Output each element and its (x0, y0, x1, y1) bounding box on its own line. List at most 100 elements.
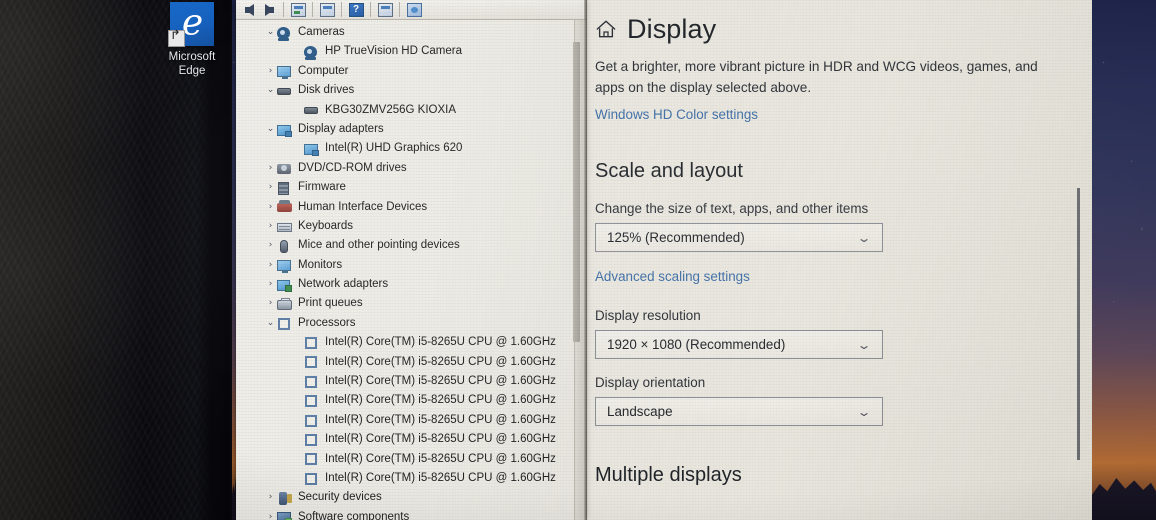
tree-item[interactable]: › Mice and other pointing devices (236, 236, 587, 255)
tree-item[interactable]: ⌄ Disk drives (236, 81, 587, 100)
back-button[interactable] (239, 1, 259, 18)
camera-icon (277, 26, 294, 41)
chevron-right-icon[interactable]: › (264, 217, 277, 236)
windows-hd-color-settings-link[interactable]: Windows HD Color settings (595, 107, 758, 122)
disk-icon (304, 103, 321, 117)
tree-item-label: Human Interface Devices (298, 200, 428, 213)
disable-device-button[interactable] (375, 1, 395, 18)
device-manager-scrollbar-track[interactable] (573, 20, 584, 520)
tree-item-label: Mice and other pointing devices (298, 239, 460, 252)
keyboard-icon (277, 220, 294, 234)
chevron-down-icon: ⌄ (856, 404, 872, 419)
chevron-right-icon[interactable]: › (264, 178, 277, 197)
help-icon: ? (348, 2, 364, 17)
tree-item[interactable]: KBG30ZMV256G KIOXIA (236, 101, 587, 120)
device-tree[interactable]: ⌄ Cameras HP TrueVision HD Camera › Computer… (236, 20, 587, 520)
orientation-dropdown[interactable]: Landscape ⌄ (595, 397, 883, 426)
cpu-icon (304, 433, 321, 447)
chevron-right-icon[interactable]: › (264, 488, 277, 507)
camera-icon (304, 45, 321, 61)
tree-item-label: Intel(R) Core(TM) i5-8265U CPU @ 1.60GHz (325, 452, 556, 465)
desktop-icon-microsoft-edge[interactable]: e Microsoft Edge (156, 2, 228, 78)
chevron-down-icon[interactable]: ⌄ (264, 120, 277, 139)
tree-item[interactable]: › Monitors (236, 256, 587, 275)
tree-item-label: Computer (298, 64, 349, 77)
security-icon (277, 491, 294, 506)
resolution-dropdown-value: 1920 × 1080 (Recommended) (607, 337, 786, 352)
chevron-right-icon[interactable]: › (264, 508, 277, 520)
chevron-down-icon[interactable]: ⌄ (264, 23, 277, 42)
device-manager-window: ? ⌄ Cameras HP TrueVision HD Camera › Comput… (236, 0, 587, 520)
settings-scrollbar-track[interactable] (1077, 0, 1086, 520)
tree-item[interactable]: Intel(R) Core(TM) i5-8265U CPU @ 1.60GHz (236, 353, 587, 372)
tree-item[interactable]: Intel(R) Core(TM) i5-8265U CPU @ 1.60GHz (236, 450, 587, 469)
tree-item[interactable]: › Human Interface Devices (236, 198, 587, 217)
resolution-field-label: Display resolution (595, 308, 701, 323)
cpu-icon (304, 336, 321, 350)
tree-item-label: HP TrueVision HD Camera (325, 45, 462, 58)
tree-item[interactable]: Intel(R) UHD Graphics 620 (236, 139, 587, 158)
settings-content: Display Get a brighter, more vibrant pic… (587, 0, 1092, 487)
tree-item-label: Disk drives (298, 84, 355, 97)
tree-item[interactable]: › Firmware (236, 178, 587, 197)
tree-item[interactable]: ⌄ Display adapters (236, 120, 587, 139)
chevron-right-icon[interactable]: › (264, 256, 277, 275)
tree-item-label: Intel(R) Core(TM) i5-8265U CPU @ 1.60GHz (325, 375, 556, 388)
settings-scrollbar-thumb[interactable] (1077, 188, 1080, 460)
cpu-icon (277, 317, 294, 331)
cpu-icon (304, 375, 321, 389)
advanced-scaling-settings-link[interactable]: Advanced scaling settings (595, 269, 750, 284)
device-manager-toolbar: ? (236, 0, 587, 20)
cpu-icon (304, 414, 321, 428)
chevron-right-icon[interactable]: › (264, 159, 277, 178)
shortcut-arrow-icon (168, 30, 185, 47)
chevron-right-icon[interactable]: › (264, 198, 277, 217)
chevron-right-icon[interactable]: › (264, 294, 277, 313)
tree-item[interactable]: › Security devices (236, 488, 587, 507)
toolbar-separator (312, 2, 313, 17)
toolbar-separator (341, 2, 342, 17)
chevron-right-icon[interactable]: › (264, 62, 277, 81)
device-manager-scrollbar-thumb[interactable] (573, 42, 580, 342)
tree-item[interactable]: HP TrueVision HD Camera (236, 42, 587, 61)
tree-item[interactable]: › Network adapters (236, 275, 587, 294)
tree-item[interactable]: ⌄ Processors (236, 314, 587, 333)
tree-item[interactable]: ⌄ Cameras (236, 23, 587, 42)
tree-item-label: Intel(R) Core(TM) i5-8265U CPU @ 1.60GHz (325, 394, 556, 407)
help-button[interactable]: ? (346, 1, 366, 18)
monitor-icon (277, 258, 294, 274)
device-manager-window-edge (584, 0, 587, 520)
tree-item[interactable]: Intel(R) Core(TM) i5-8265U CPU @ 1.60GHz (236, 430, 587, 449)
tree-item[interactable]: › Keyboards (236, 217, 587, 236)
chevron-down-icon: ⌄ (856, 337, 872, 352)
chevron-right-icon[interactable]: › (264, 275, 277, 294)
tree-item[interactable]: Intel(R) Core(TM) i5-8265U CPU @ 1.60GHz (236, 411, 587, 430)
tree-item-label: Intel(R) Core(TM) i5-8265U CPU @ 1.60GHz (325, 471, 556, 484)
update-driver-button[interactable] (317, 1, 337, 18)
properties-button[interactable] (288, 1, 308, 18)
tree-item[interactable]: › Computer (236, 62, 587, 81)
chevron-down-icon[interactable]: ⌄ (264, 314, 277, 333)
home-icon[interactable] (595, 19, 617, 39)
tree-item[interactable]: › Software components (236, 508, 587, 520)
tree-item-label: DVD/CD-ROM drives (298, 161, 407, 174)
scale-dropdown[interactable]: 125% (Recommended) ⌄ (595, 223, 883, 252)
mouse-icon (277, 239, 294, 253)
disable-device-icon (377, 2, 393, 17)
chevron-down-icon[interactable]: ⌄ (264, 81, 277, 100)
scan-hardware-button[interactable] (404, 1, 424, 18)
tree-item[interactable]: Intel(R) Core(TM) i5-8265U CPU @ 1.60GHz (236, 469, 587, 488)
chevron-right-icon[interactable]: › (264, 236, 277, 255)
tree-item[interactable]: Intel(R) Core(TM) i5-8265U CPU @ 1.60GHz (236, 391, 587, 410)
tree-item-label: Firmware (298, 181, 346, 194)
cpu-icon (304, 452, 321, 466)
tree-item[interactable]: › Print queues (236, 294, 587, 313)
desktop-icon-label-line1: Microsoft (168, 51, 216, 63)
tree-item[interactable]: › DVD/CD-ROM drives (236, 159, 587, 178)
forward-button[interactable] (259, 1, 279, 18)
tree-item[interactable]: Intel(R) Core(TM) i5-8265U CPU @ 1.60GHz (236, 372, 587, 391)
multiple-displays-heading: Multiple displays (595, 464, 742, 486)
hid-icon (277, 200, 294, 214)
tree-item[interactable]: Intel(R) Core(TM) i5-8265U CPU @ 1.60GHz (236, 333, 587, 352)
resolution-dropdown[interactable]: 1920 × 1080 (Recommended) ⌄ (595, 330, 883, 359)
